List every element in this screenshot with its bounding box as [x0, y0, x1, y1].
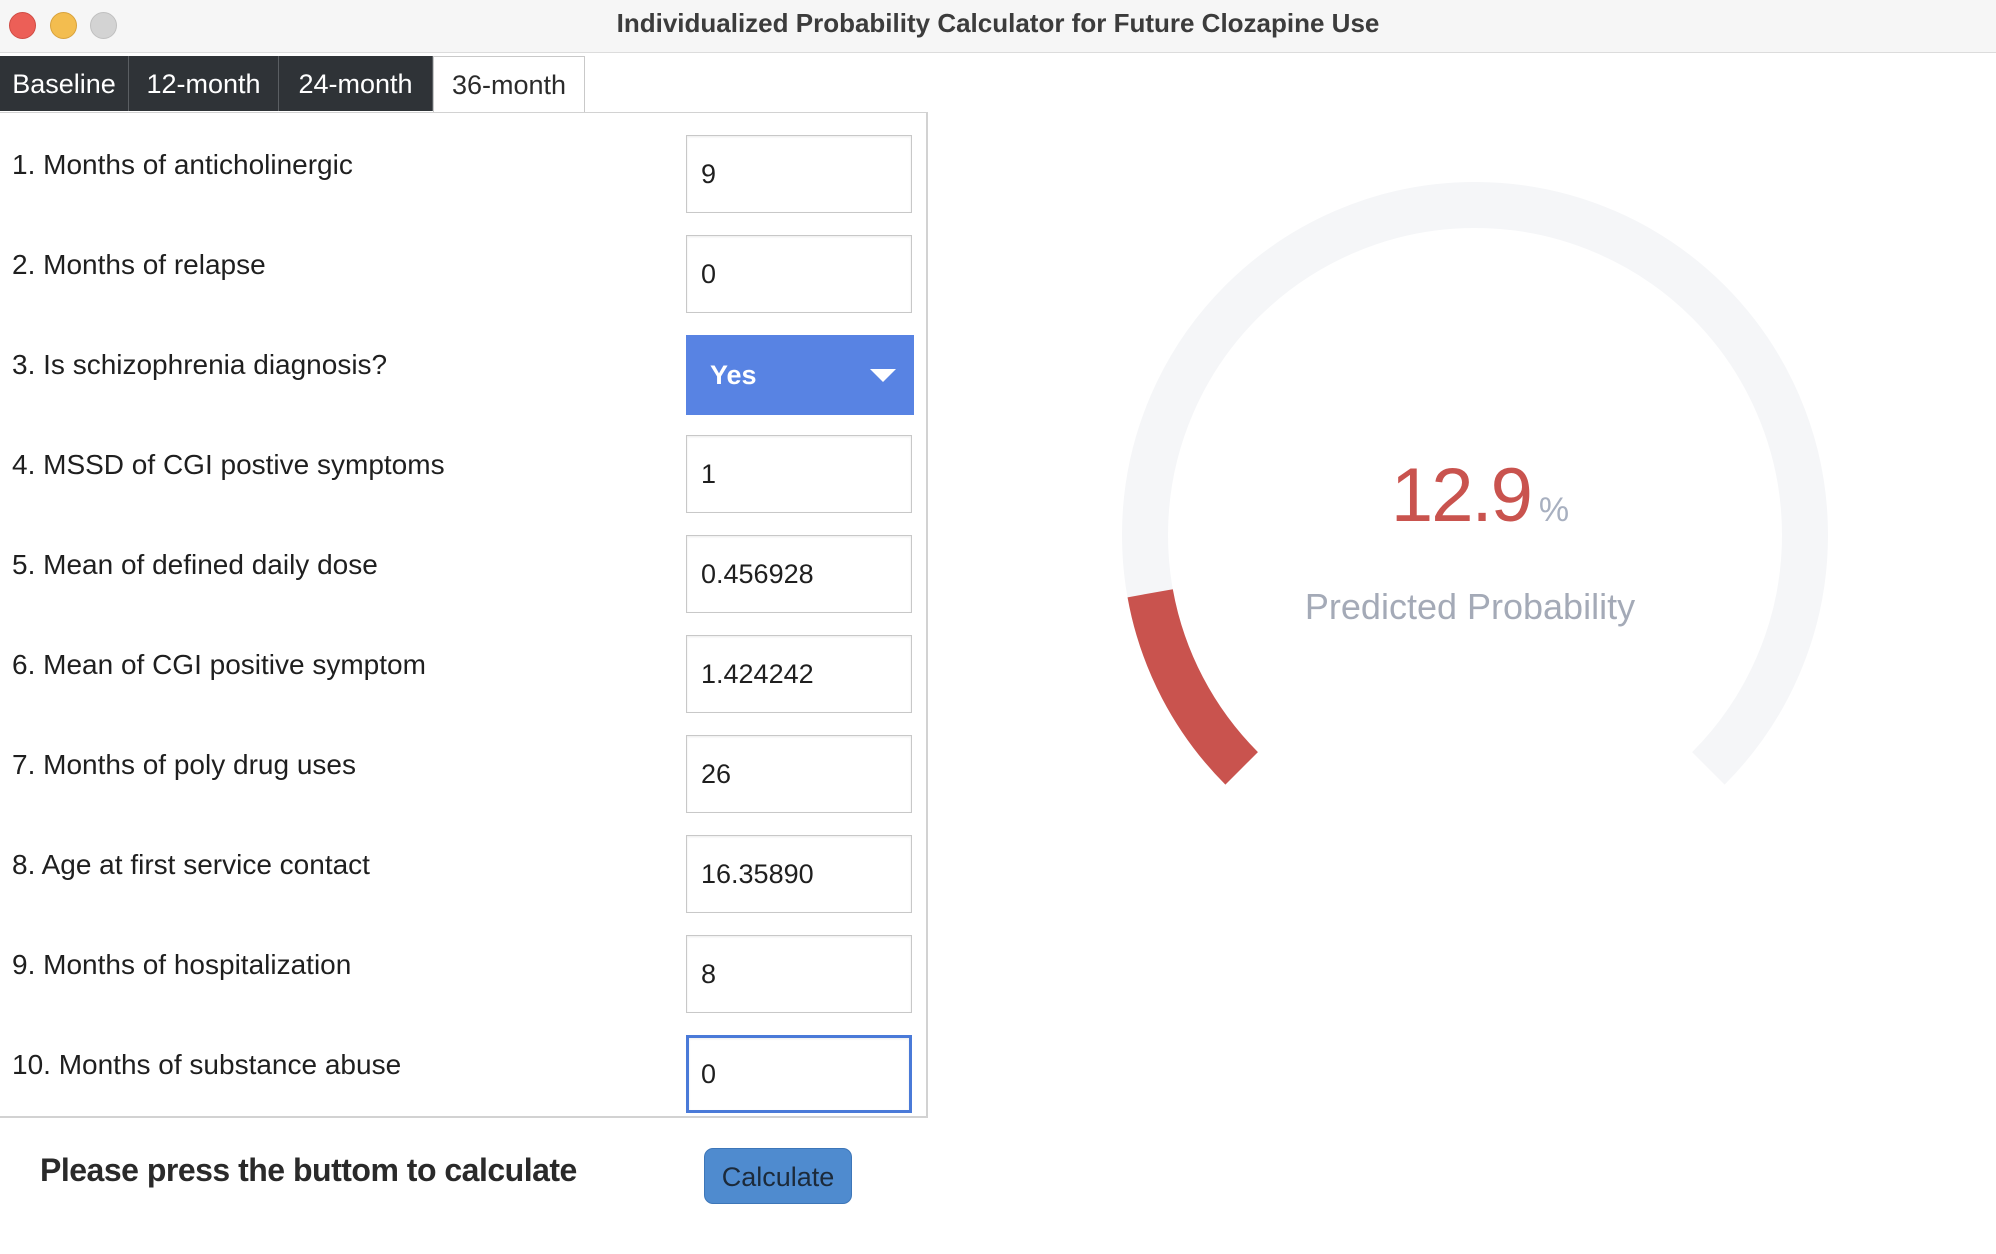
field-label: 8. Age at first service contact — [12, 849, 370, 880]
relapse-months-input[interactable] — [686, 235, 912, 313]
cgi-mean-input[interactable] — [686, 635, 912, 713]
form-row-anticholinergic: 1. Months of anticholinergic — [0, 125, 926, 225]
select-value: Yes — [710, 360, 757, 390]
probability-unit: % — [1538, 491, 1570, 529]
form-row-daily-dose: 5. Mean of defined daily dose — [0, 525, 926, 625]
field-label: 1. Months of anticholinergic — [12, 149, 353, 180]
window-title: Individualized Probability Calculator fo… — [616, 8, 1380, 38]
field-label: 3. Is schizophrenia diagnosis? — [12, 349, 388, 380]
title-bar: Individualized Probability Calculator fo… — [0, 0, 1996, 53]
gauge-readout: 12.9% — [1280, 452, 1680, 539]
tab-24-month[interactable]: 24-month — [279, 56, 433, 111]
substance-abuse-months-input[interactable] — [686, 1035, 912, 1113]
age-first-contact-input[interactable] — [686, 835, 912, 913]
form-row-age-contact: 8. Age at first service contact — [0, 825, 926, 925]
field-label: 9. Months of hospitalization — [12, 949, 352, 980]
probability-value: 12.9 — [1390, 453, 1533, 538]
field-label: 7. Months of poly drug uses — [12, 749, 356, 780]
tab-baseline[interactable]: Baseline — [0, 56, 129, 111]
gauge-fill — [1127, 588, 1259, 785]
tab-36-month[interactable]: 36-month — [433, 56, 585, 113]
form-row-relapse: 2. Months of relapse — [0, 225, 926, 325]
app-window: Individualized Probability Calculator fo… — [0, 0, 1996, 1254]
calculate-prompt: Please press the buttom to calculate — [40, 1152, 577, 1188]
form-row-schizophrenia: 3. Is schizophrenia diagnosis? Yes — [0, 325, 926, 425]
form-row-cgi-mean: 6. Mean of CGI positive symptom — [0, 625, 926, 725]
form-row-poly-drug: 7. Months of poly drug uses — [0, 725, 926, 825]
calculate-button[interactable]: Calculate — [704, 1148, 852, 1204]
anticholinergic-months-input[interactable] — [686, 135, 912, 213]
predicted-probability-label: Predicted Probability — [1304, 586, 1636, 627]
input-form-panel: 1. Months of anticholinergic 2. Months o… — [0, 112, 928, 1118]
field-label: 10. Months of substance abuse — [12, 1049, 402, 1080]
form-row-hospitalization: 9. Months of hospitalization — [0, 925, 926, 1025]
field-label: 4. MSSD of CGI postive symptoms — [12, 449, 445, 480]
mssd-cgi-input[interactable] — [686, 435, 912, 513]
poly-drug-months-input[interactable] — [686, 735, 912, 813]
chevron-down-icon — [870, 369, 896, 382]
field-label: 2. Months of relapse — [12, 249, 266, 280]
tab-12-month[interactable]: 12-month — [129, 56, 279, 111]
form-row-mssd-cgi: 4. MSSD of CGI postive symptoms — [0, 425, 926, 525]
daily-dose-input[interactable] — [686, 535, 912, 613]
form-row-substance-abuse: 10. Months of substance abuse — [0, 1025, 926, 1125]
hospitalization-months-input[interactable] — [686, 935, 912, 1013]
field-label: 5. Mean of defined daily dose — [12, 549, 378, 580]
schizophrenia-diagnosis-select[interactable]: Yes — [686, 335, 914, 415]
field-label: 6. Mean of CGI positive symptom — [12, 649, 426, 680]
